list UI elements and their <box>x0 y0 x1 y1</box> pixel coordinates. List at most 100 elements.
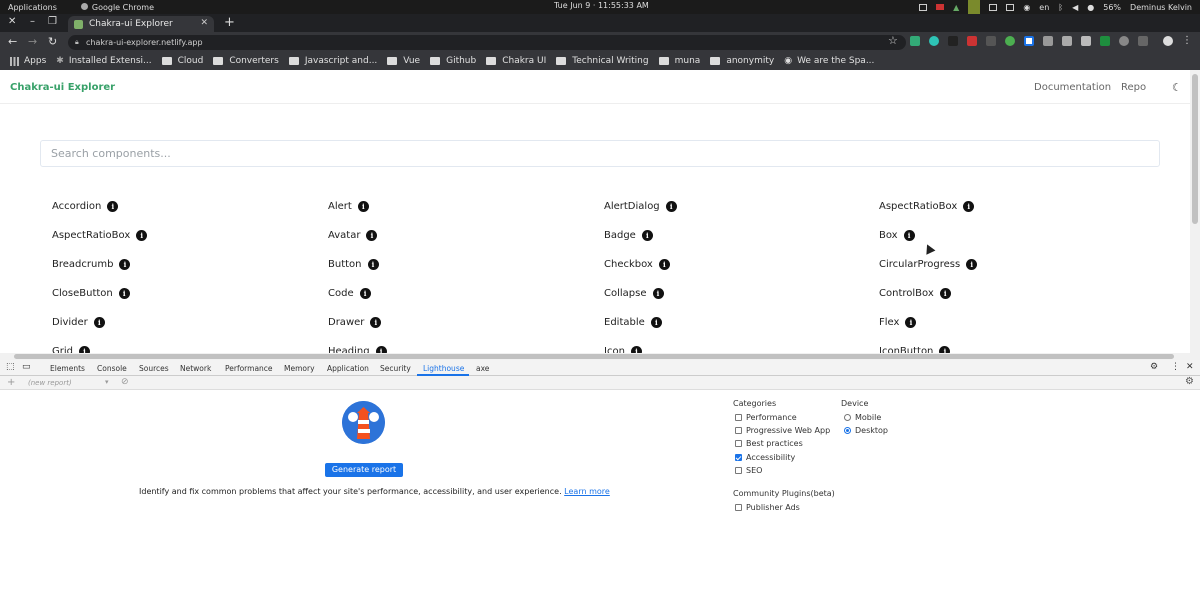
extension-icon[interactable] <box>1043 36 1053 46</box>
component-item[interactable]: Box i <box>879 230 915 241</box>
clear-icon[interactable]: ⊘ <box>121 377 129 387</box>
component-item[interactable]: Heading i <box>328 346 387 353</box>
component-item[interactable]: Divider i <box>52 317 105 328</box>
info-icon[interactable]: i <box>630 346 642 353</box>
devtools-tab-axe[interactable]: axe <box>476 364 489 373</box>
info-icon[interactable]: i <box>375 346 387 353</box>
info-icon[interactable]: i <box>370 317 382 328</box>
bookmark-folder[interactable]: Technical Writing <box>556 56 649 66</box>
component-item[interactable]: Editable i <box>604 317 662 328</box>
info-icon[interactable]: i <box>650 317 662 328</box>
generate-report-button[interactable]: Generate report <box>325 463 403 477</box>
devtools-tab-network[interactable]: Network <box>180 364 211 373</box>
bookmark-folder[interactable]: Chakra UI <box>486 56 546 66</box>
extension-icon[interactable] <box>1100 36 1110 46</box>
bookmark-folder[interactable]: anonymity <box>710 56 774 66</box>
bookmark-star-icon[interactable]: ☆ <box>888 34 898 47</box>
restore-window-icon[interactable]: ❐ <box>48 16 57 27</box>
devtools-tab-lighthouse[interactable]: Lighthouse <box>423 364 464 373</box>
component-item[interactable]: Collapse i <box>604 288 664 299</box>
component-item[interactable]: Breadcrumb i <box>52 259 131 270</box>
moon-icon[interactable]: ☾ <box>1172 81 1182 94</box>
bookmark-folder[interactable]: Cloud <box>161 56 203 66</box>
info-icon[interactable]: i <box>966 259 978 270</box>
info-icon[interactable]: i <box>367 259 379 270</box>
devtools-tab-elements[interactable]: Elements <box>50 364 85 373</box>
info-icon[interactable]: i <box>107 201 119 212</box>
keyboard-lang[interactable]: en <box>1039 3 1049 12</box>
chevron-down-icon[interactable]: ▾ <box>105 378 109 386</box>
bluetooth-icon[interactable]: ᛒ <box>1058 3 1063 12</box>
camera-icon[interactable] <box>936 4 945 10</box>
url-bar[interactable]: 🔒︎ chakra-ui-explorer.netlify.app <box>68 35 906 50</box>
minimize-window-icon[interactable]: – <box>30 16 35 27</box>
component-item[interactable]: Badge i <box>604 230 653 241</box>
info-icon[interactable]: i <box>366 230 378 241</box>
info-icon[interactable]: i <box>652 288 664 299</box>
extension-icon[interactable] <box>967 36 977 46</box>
info-icon[interactable]: i <box>136 230 148 241</box>
more-options-icon[interactable]: ⋮ <box>1171 362 1180 372</box>
devtools-tab-sources[interactable]: Sources <box>139 364 169 373</box>
info-icon[interactable]: i <box>641 230 653 241</box>
checkbox[interactable] <box>735 467 742 474</box>
category-performance[interactable]: Performance <box>735 413 797 422</box>
extension-icon[interactable] <box>1119 36 1129 46</box>
info-icon[interactable]: i <box>665 201 677 212</box>
extension-icon[interactable] <box>1024 36 1034 46</box>
component-item[interactable]: Accordion i <box>52 201 119 212</box>
component-item[interactable]: Icon i <box>604 346 642 353</box>
info-icon[interactable]: i <box>93 317 105 328</box>
component-item[interactable]: Checkbox i <box>604 259 670 270</box>
radio[interactable] <box>844 414 851 421</box>
component-item[interactable]: Code i <box>328 288 371 299</box>
info-icon[interactable]: i <box>963 201 975 212</box>
component-item[interactable]: CloseButton i <box>52 288 130 299</box>
bookmark-folder[interactable]: muna <box>658 56 700 66</box>
checkbox[interactable] <box>735 504 742 511</box>
profile-avatar[interactable] <box>1163 36 1173 46</box>
component-item[interactable]: AspectRatioBox i <box>52 230 148 241</box>
component-item[interactable]: ControlBox i <box>879 288 951 299</box>
category-accessibility[interactable]: Accessibility <box>735 453 795 462</box>
volume-icon[interactable]: ◀ <box>1072 3 1078 12</box>
scrollbar-thumb[interactable] <box>14 354 1174 359</box>
devtools-tab-application[interactable]: Application <box>327 364 369 373</box>
bookmark-folder[interactable]: Converters <box>213 56 279 66</box>
window-icon[interactable] <box>919 3 928 11</box>
workspace-icon[interactable] <box>989 3 998 11</box>
gear-icon[interactable]: ⚙ <box>1150 362 1158 372</box>
network-icon[interactable]: ▲ <box>953 3 959 12</box>
back-arrow-icon[interactable]: ← <box>8 35 17 48</box>
nav-documentation-link[interactable]: Documentation <box>1034 82 1111 93</box>
info-icon[interactable]: i <box>905 317 917 328</box>
info-icon[interactable]: i <box>939 288 951 299</box>
bookmark-apps[interactable]: Apps <box>10 56 46 66</box>
checkbox[interactable] <box>735 414 742 421</box>
extension-icon[interactable] <box>986 36 996 46</box>
component-item[interactable]: IconButton i <box>879 346 951 353</box>
learn-more-link[interactable]: Learn more <box>564 487 610 496</box>
component-item[interactable]: Grid i <box>52 346 90 353</box>
info-icon[interactable]: i <box>903 230 915 241</box>
page-horizontal-scrollbar[interactable] <box>0 353 1200 360</box>
extension-icon[interactable] <box>1005 36 1015 46</box>
category-seo[interactable]: SEO <box>735 466 762 475</box>
extension-icon[interactable] <box>948 36 958 46</box>
info-icon[interactable]: i <box>357 201 369 212</box>
extension-icon[interactable] <box>1138 36 1148 46</box>
os-username[interactable]: Deminus Kelvin <box>1130 3 1192 12</box>
component-item[interactable]: Alert i <box>328 201 369 212</box>
category-best-practices[interactable]: Best practices <box>735 439 803 448</box>
extension-icon[interactable] <box>1081 36 1091 46</box>
inspect-element-icon[interactable]: ⬚ <box>6 362 15 372</box>
devtools-tab-console[interactable]: Console <box>97 364 127 373</box>
component-item[interactable]: AspectRatioBox i <box>879 201 975 212</box>
plus-icon[interactable]: + <box>7 377 15 388</box>
checkbox[interactable] <box>735 427 742 434</box>
component-item[interactable]: CircularProgress i <box>879 259 978 270</box>
search-input[interactable] <box>40 140 1160 167</box>
info-icon[interactable]: i <box>79 346 90 353</box>
forward-arrow-icon[interactable]: → <box>28 35 37 48</box>
checkbox-checked[interactable] <box>735 454 742 461</box>
